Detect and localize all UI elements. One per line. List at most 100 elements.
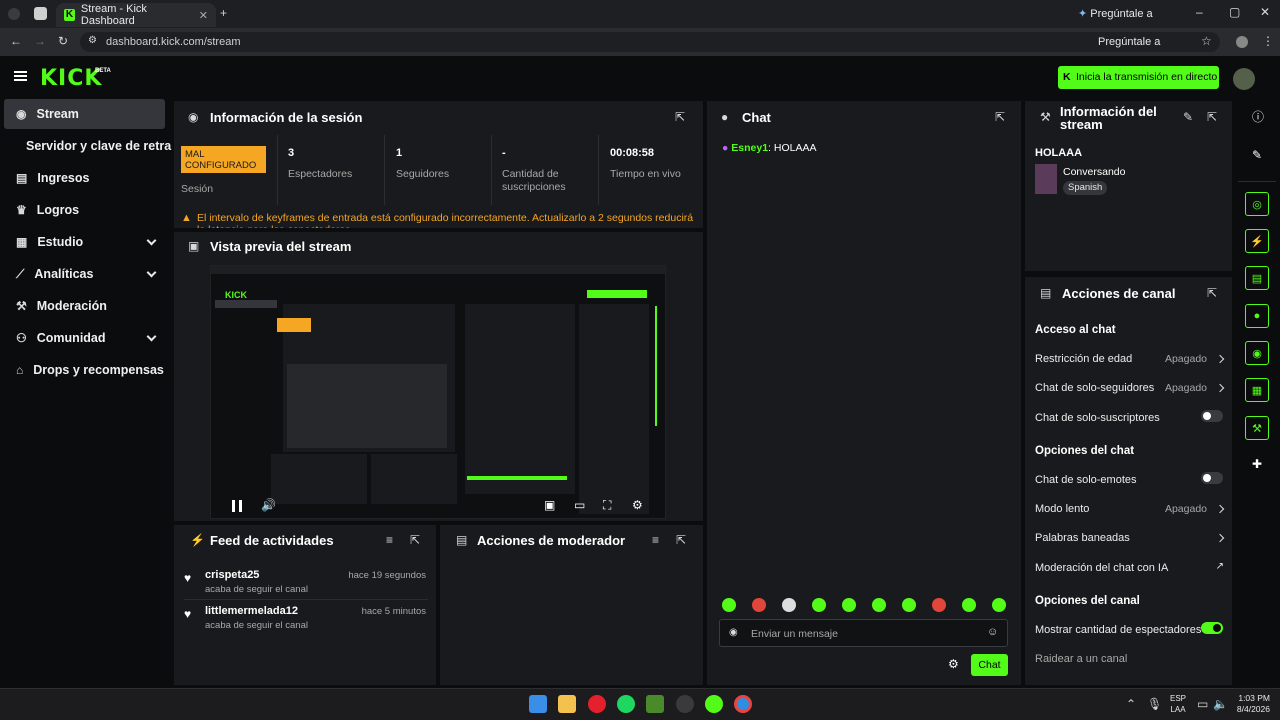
emote-icon[interactable] (962, 598, 976, 612)
microphone-icon[interactable]: 🎙 (1147, 698, 1162, 710)
add-widget-icon[interactable]: ✚ (1252, 458, 1262, 470)
url-text: dashboard.kick.com/stream (106, 36, 241, 48)
browser-tab[interactable]: K Stream - Kick Dashboard ✕ (56, 3, 216, 27)
edit-icon[interactable]: ✎ (1183, 111, 1193, 123)
fullscreen-icon[interactable]: ⛶ (603, 499, 611, 511)
pip-icon[interactable]: ▣ (544, 499, 555, 511)
profile-icon[interactable] (1236, 36, 1248, 48)
volume-icon[interactable]: 🔊 (261, 499, 276, 511)
tab-close-icon[interactable]: ✕ (199, 9, 208, 22)
obs-icon[interactable] (676, 695, 694, 713)
sidebar-item-server-key[interactable]: Servidor y clave de retransm (4, 131, 172, 161)
emote-icon[interactable] (752, 598, 766, 612)
followers-only-row[interactable]: Chat de solo-seguidores Apagado (1035, 382, 1225, 394)
subs-only-toggle[interactable] (1201, 410, 1223, 422)
emote-icon[interactable] (932, 598, 946, 612)
file-explorer-icon[interactable] (558, 695, 576, 713)
sidebar-item-analiticas[interactable]: ⟋ Analíticas (4, 259, 165, 289)
rail-channel-actions-icon[interactable]: ▦ (1245, 378, 1269, 402)
minimize-icon[interactable]: – (1196, 6, 1203, 18)
maximize-icon[interactable]: ▢ (1229, 6, 1240, 18)
go-live-button[interactable]: K Inicia la transmisión en directo (1058, 66, 1219, 89)
slow-mode-row[interactable]: Modo lento Apagado (1035, 503, 1225, 515)
emotes-only-toggle[interactable] (1201, 472, 1223, 484)
forward-icon[interactable]: → (34, 35, 46, 47)
site-info-icon[interactable]: ⚙ (88, 36, 97, 46)
minecraft-icon[interactable] (646, 695, 664, 713)
extension-icon[interactable] (34, 7, 47, 20)
viewer-count-toggle[interactable] (1201, 622, 1223, 634)
rail-broadcast-icon[interactable]: ◉ (1245, 341, 1269, 365)
url-field[interactable]: dashboard.kick.com/stream (80, 32, 1220, 52)
rail-chat-icon[interactable]: ● (1245, 304, 1269, 328)
kick-app-icon[interactable] (705, 695, 723, 713)
sidebar-item-estudio[interactable]: ▦ Estudio (4, 227, 165, 257)
chat-username[interactable]: Esney1 (731, 142, 768, 154)
emote-icon[interactable] (812, 598, 826, 612)
back-icon[interactable]: ← (10, 35, 22, 47)
popout-icon[interactable]: ⇱ (1207, 287, 1217, 299)
rail-mod-actions-icon[interactable]: ▤ (1245, 266, 1269, 290)
emote-icon[interactable] (842, 598, 856, 612)
close-window-icon[interactable]: ✕ (1260, 6, 1270, 18)
spotify-icon[interactable] (617, 695, 635, 713)
opera-icon[interactable] (588, 695, 606, 713)
speaker-icon[interactable]: 🔈 (1213, 698, 1228, 710)
category-name[interactable]: Conversando (1063, 166, 1125, 178)
theater-icon[interactable]: ▭ (574, 499, 585, 511)
filter-icon[interactable]: ≡ (652, 534, 659, 546)
rail-session-icon[interactable]: ◎ (1245, 192, 1269, 216)
emote-icon[interactable] (722, 598, 736, 612)
sidebar-item-stream[interactable]: ◉ Stream (4, 99, 165, 129)
edit-icon[interactable]: ✎ (1252, 149, 1262, 161)
rail-stream-info-icon[interactable]: ⚒ (1245, 416, 1269, 440)
start-icon[interactable] (529, 695, 547, 713)
sidebar-item-moderacion[interactable]: ⚒ Moderación (4, 291, 165, 321)
emote-icon[interactable] (782, 598, 796, 612)
banned-words-row[interactable]: Palabras baneadas (1035, 532, 1225, 544)
ai-moderation-row[interactable]: Moderación del chat con IA ↗ (1035, 561, 1225, 574)
hamburger-menu-icon[interactable] (14, 71, 27, 81)
user-avatar[interactable] (1233, 68, 1255, 90)
age-restriction-row[interactable]: Restricción de edad Apagado (1035, 353, 1225, 365)
network-icon[interactable]: ▭ (1197, 698, 1208, 710)
sidebar-item-drops[interactable]: ⌂ Drops y recompensas (4, 355, 174, 385)
kick-logo[interactable]: KICK (40, 66, 102, 91)
sidebar-item-ingresos[interactable]: ▤ Ingresos (4, 163, 165, 193)
stream-video[interactable]: KICK (210, 265, 667, 519)
studio-icon: ▦ (16, 235, 28, 249)
gemini-button[interactable]: ✦ Pregúntale a Gemini (1070, 4, 1178, 40)
emote-icon[interactable] (902, 598, 916, 612)
filter-icon[interactable]: ≡ (386, 534, 393, 546)
settings-gear-icon[interactable]: ⚙ (632, 499, 643, 511)
popout-icon[interactable]: ⇱ (995, 111, 1005, 123)
reload-icon[interactable]: ↻ (58, 35, 68, 47)
chat-input[interactable]: ◉ Enviar un mensaje ☺ (719, 619, 1008, 647)
pause-icon[interactable] (232, 500, 242, 512)
popout-icon[interactable]: ⇱ (1207, 111, 1217, 123)
tray-chevron-icon[interactable]: ⌃ (1126, 698, 1136, 710)
emoji-icon[interactable]: ☺ (987, 626, 998, 638)
chat-send-button[interactable]: Chat (971, 654, 1008, 676)
popout-icon[interactable]: ⇱ (410, 534, 420, 546)
language-indicator[interactable]: ESP LAA (1170, 693, 1186, 715)
tab-search-icon[interactable] (8, 8, 20, 20)
popout-icon[interactable]: ⇱ (675, 111, 685, 123)
new-tab-icon[interactable]: + (220, 7, 227, 19)
raid-row[interactable]: Raidear a un canal (1035, 653, 1225, 665)
sidebar-item-comunidad[interactable]: ⚇ Comunidad (4, 323, 165, 353)
info-icon[interactable]: ⓘ (1252, 111, 1264, 123)
activity-user[interactable]: littlemermelada12 (205, 605, 298, 617)
chat-settings-icon[interactable]: ⚙ (948, 658, 959, 670)
emote-icon[interactable] (872, 598, 886, 612)
rail-activity-icon[interactable]: ⚡ (1245, 229, 1269, 253)
chrome-icon[interactable] (734, 695, 752, 713)
popout-icon[interactable]: ⇱ (676, 534, 686, 546)
google-button[interactable]: Pregúntale a Google (1090, 32, 1196, 68)
browser-menu-icon[interactable]: ⋮ (1262, 35, 1274, 47)
sidebar-item-logros[interactable]: ♛ Logros (4, 195, 165, 225)
activity-user[interactable]: crispeta25 (205, 569, 259, 581)
emote-icon[interactable] (992, 598, 1006, 612)
bookmark-star-icon[interactable]: ☆ (1201, 35, 1212, 47)
clock[interactable]: 1:03 PM 8/4/2026 (1232, 693, 1270, 715)
